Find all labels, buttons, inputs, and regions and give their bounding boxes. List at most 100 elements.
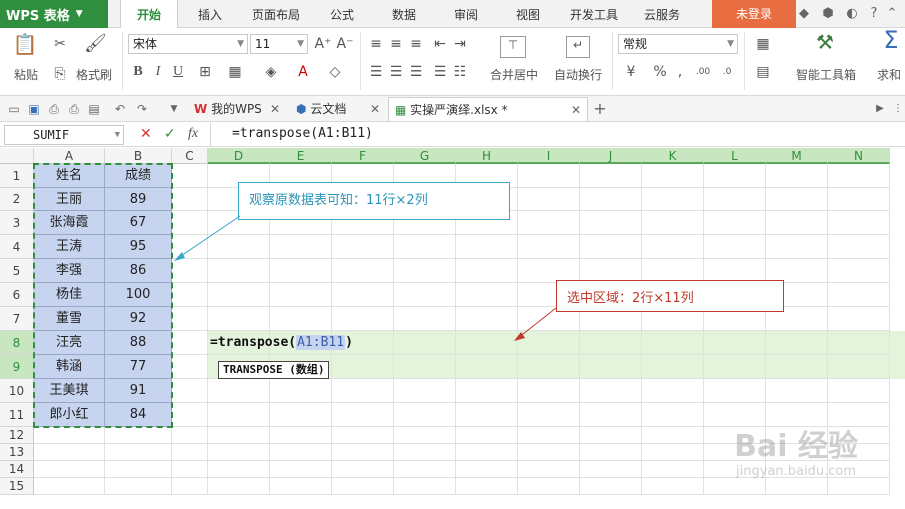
cell-h12[interactable] [456,427,518,444]
row-header-8[interactable]: 8 [0,331,34,355]
font-size-select[interactable]: 11 ▼ [250,34,308,54]
cell-a12[interactable] [34,427,105,444]
cell-m3[interactable] [766,211,828,235]
print-preview-icon[interactable]: ⎙ [46,101,62,117]
currency-icon[interactable]: ¥ [622,64,640,80]
cell-c10[interactable] [172,379,208,403]
cell-c5[interactable] [172,259,208,283]
cell-b6[interactable]: 100 [105,283,172,307]
cell-f14[interactable] [332,461,394,478]
cell-n11[interactable] [828,403,890,427]
cell-i15[interactable] [518,478,580,495]
tab-review[interactable]: 审阅 [442,0,490,28]
cell-n8[interactable] [828,331,890,355]
cell-k1[interactable] [642,164,704,188]
cell-f13[interactable] [332,444,394,461]
cell-g7[interactable] [394,307,456,331]
cell-e10[interactable] [270,379,332,403]
cell-e4[interactable] [270,235,332,259]
tab-home[interactable]: 开始 [120,0,178,29]
cell-k8[interactable] [642,331,704,355]
column-header-m[interactable]: M [766,148,828,164]
cell-d7[interactable] [208,307,270,331]
cell-j11[interactable] [580,403,642,427]
align-middle-icon[interactable]: ≡ [388,36,404,52]
row-header-4[interactable]: 4 [0,235,34,259]
tab-cloud-service[interactable]: 云服务 [634,0,690,28]
font-name-select[interactable]: 宋体 ▼ [128,34,248,54]
clear-format-icon[interactable]: ◇ [326,64,344,80]
cell-d11[interactable] [208,403,270,427]
tab-insert[interactable]: 插入 [186,0,234,28]
italic-button[interactable]: I [150,64,166,80]
cell-j8[interactable] [580,331,642,355]
export-icon[interactable]: ▤ [86,101,102,117]
row-header-9[interactable]: 9 [0,355,34,379]
cell-e15[interactable] [270,478,332,495]
cell-f7[interactable] [332,307,394,331]
row-header-2[interactable]: 2 [0,188,34,211]
cell-h9[interactable] [456,355,518,379]
name-box[interactable]: SUMIF ▼ [4,125,124,145]
percent-icon[interactable]: % [652,64,668,80]
cell-a5[interactable]: 李强 [34,259,105,283]
column-header-j[interactable]: J [580,148,642,164]
undo-icon[interactable]: ↶ [112,101,128,117]
cell-m9[interactable] [766,355,828,379]
cell-l4[interactable] [704,235,766,259]
cell-c15[interactable] [172,478,208,495]
cell-n2[interactable] [828,188,890,211]
cell-a13[interactable] [34,444,105,461]
cell-d4[interactable] [208,235,270,259]
column-header-f[interactable]: F [332,148,394,164]
cell-k2[interactable] [642,188,704,211]
cell-g15[interactable] [394,478,456,495]
cell-g13[interactable] [394,444,456,461]
tab-view[interactable]: 视图 [504,0,552,28]
cell-h15[interactable] [456,478,518,495]
bold-button[interactable]: B [130,64,146,80]
cell-i3[interactable] [518,211,580,235]
wps-menu-button[interactable]: WPS 表格 ▼ [0,0,108,28]
cell-k10[interactable] [642,379,704,403]
cell-c1[interactable] [172,164,208,188]
cell-a1[interactable]: 姓名 [34,164,105,188]
cell-k13[interactable] [642,444,704,461]
cut-icon[interactable]: ✂ [52,36,68,52]
cell-f10[interactable] [332,379,394,403]
cell-h13[interactable] [456,444,518,461]
cell-i2[interactable] [518,188,580,211]
cell-m2[interactable] [766,188,828,211]
column-header-i[interactable]: I [518,148,580,164]
cell-d14[interactable] [208,461,270,478]
cell-c13[interactable] [172,444,208,461]
align-center-icon[interactable]: ☰ [388,64,404,80]
cell-e13[interactable] [270,444,332,461]
font-shrink-icon[interactable]: A⁻ [336,36,354,52]
cell-a2[interactable]: 王丽 [34,188,105,211]
cell-style-icon[interactable]: ▤ [752,64,774,80]
cell-d12[interactable] [208,427,270,444]
cell-a4[interactable]: 王涛 [34,235,105,259]
doc-tab-cloud[interactable]: ⬢ 云文档 ✕ [290,97,384,121]
cell-b3[interactable]: 67 [105,211,172,235]
column-header-c[interactable]: C [172,148,208,164]
tab-formulas[interactable]: 公式 [318,0,366,28]
cell-g5[interactable] [394,259,456,283]
cell-b15[interactable] [105,478,172,495]
cell-j10[interactable] [580,379,642,403]
font-color-icon[interactable]: A [294,64,312,80]
cell-h14[interactable] [456,461,518,478]
tab-developer[interactable]: 开发工具 [562,0,626,28]
copy-icon[interactable]: ⎘ [52,66,68,82]
table-style-icon[interactable]: ▦ [752,36,774,52]
cell-h4[interactable] [456,235,518,259]
cell-b14[interactable] [105,461,172,478]
cell-d13[interactable] [208,444,270,461]
smart-toolbox-button[interactable]: 智能工具箱 [790,66,862,83]
cell-l10[interactable] [704,379,766,403]
customize-qat-icon[interactable]: ▼ [166,101,182,117]
save-icon[interactable]: ▣ [26,101,42,117]
help-icon[interactable]: ? [866,6,882,22]
cell-e5[interactable] [270,259,332,283]
